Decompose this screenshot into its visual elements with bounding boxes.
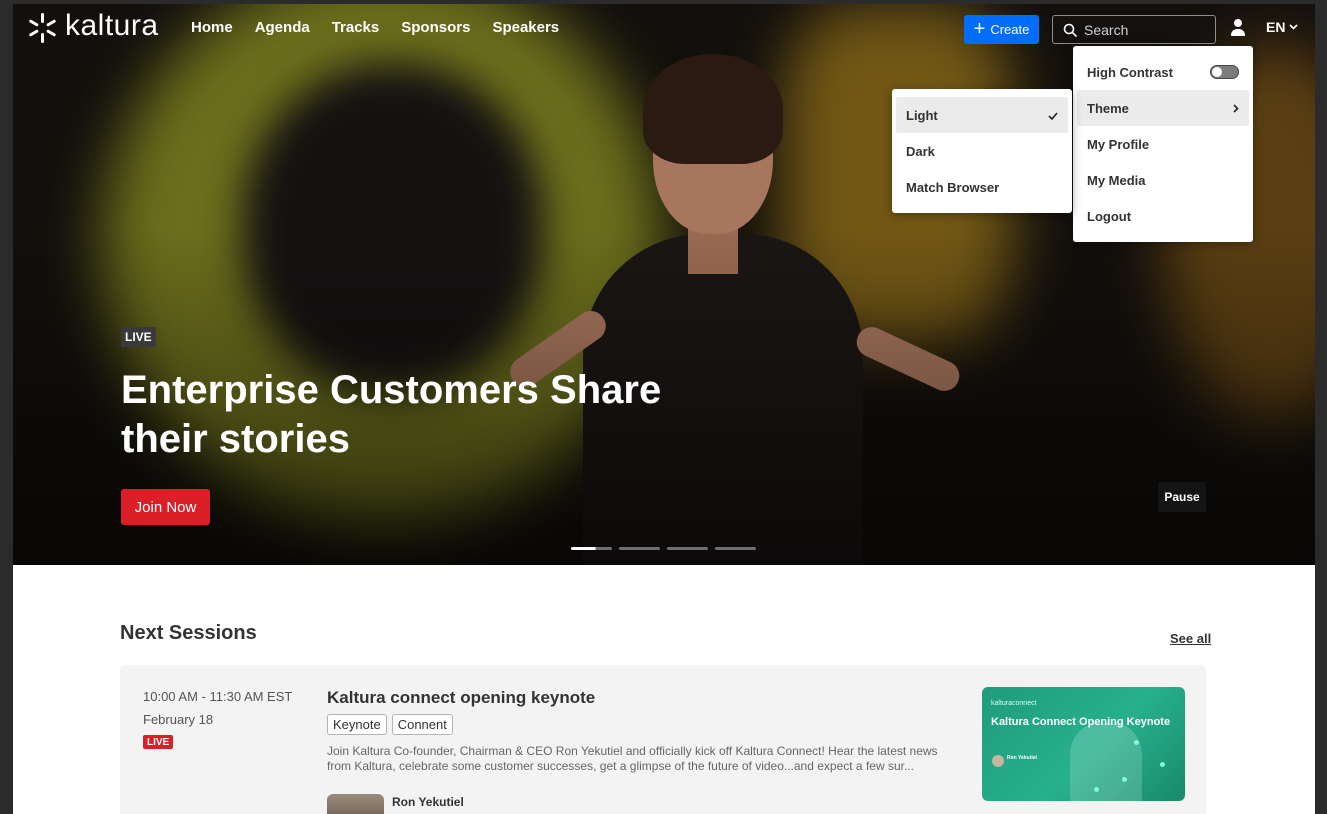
carousel-dot[interactable] bbox=[619, 547, 660, 550]
theme-option-dark[interactable]: Dark bbox=[896, 133, 1068, 169]
menu-item-my-media[interactable]: My Media bbox=[1077, 162, 1249, 198]
language-label: EN bbox=[1266, 19, 1286, 35]
decor-dot bbox=[1094, 787, 1099, 792]
thumbnail-title: Kaltura Connect Opening Keynote bbox=[991, 716, 1171, 728]
nav-link-home[interactable]: Home bbox=[191, 19, 233, 36]
nav-links: Home Agenda Tracks Sponsors Speakers bbox=[191, 19, 581, 36]
search-icon bbox=[1063, 23, 1077, 37]
carousel-indicators bbox=[571, 547, 756, 550]
see-all-link[interactable]: See all bbox=[1170, 631, 1211, 646]
menu-item-label: High Contrast bbox=[1087, 64, 1173, 80]
join-now-button[interactable]: Join Now bbox=[121, 489, 210, 525]
session-description: Join Kaltura Co-founder, Chairman & CEO … bbox=[327, 744, 938, 773]
decor-dot bbox=[1160, 762, 1165, 767]
tag[interactable]: Connent bbox=[391, 714, 453, 735]
decor-dot bbox=[1122, 777, 1127, 782]
kaltura-logo-text: kaltura bbox=[65, 9, 159, 42]
session-date: February 18 bbox=[143, 712, 214, 727]
search-box[interactable] bbox=[1052, 15, 1216, 44]
menu-item-label: Theme bbox=[1087, 100, 1129, 116]
decor-dot bbox=[1134, 740, 1139, 745]
speaker-avatar bbox=[327, 794, 384, 814]
speaker-name: Ron Yekutiel bbox=[392, 795, 464, 809]
thumbnail-brand: kalturaconnect bbox=[991, 700, 1037, 707]
session-card[interactable]: 10:00 AM - 11:30 AM EST February 18 LIVE… bbox=[120, 665, 1206, 814]
session-live-badge: LIVE bbox=[143, 735, 174, 749]
menu-item-high-contrast[interactable]: High Contrast bbox=[1077, 54, 1249, 90]
nav-link-agenda[interactable]: Agenda bbox=[255, 19, 310, 36]
carousel-dot[interactable] bbox=[715, 547, 756, 550]
user-icon[interactable] bbox=[1230, 19, 1246, 37]
thumbnail-speaker-avatar bbox=[992, 755, 1004, 767]
next-sessions-title: Next Sessions bbox=[120, 622, 257, 644]
language-selector[interactable]: EN bbox=[1266, 19, 1299, 35]
top-nav: kaltura Home Agenda Tracks Sponsors Spea… bbox=[13, 4, 1315, 52]
nav-link-speakers[interactable]: Speakers bbox=[492, 19, 559, 36]
tag[interactable]: Keynote bbox=[327, 714, 387, 735]
hero-live-badge: LIVE bbox=[121, 327, 156, 347]
user-menu: High Contrast Theme My Profile My Media … bbox=[1073, 46, 1253, 242]
chevron-down-icon bbox=[1289, 24, 1299, 30]
page: LIVE Enterprise Customers Share their st… bbox=[13, 4, 1315, 814]
plus-icon: + bbox=[973, 17, 986, 40]
menu-item-my-profile[interactable]: My Profile bbox=[1077, 126, 1249, 162]
create-label: Create bbox=[990, 22, 1030, 37]
nav-link-sponsors[interactable]: Sponsors bbox=[401, 19, 470, 36]
session-tags: Keynote Connent bbox=[327, 714, 453, 735]
theme-option-light[interactable]: Light bbox=[896, 97, 1068, 133]
kaltura-logo[interactable]: kaltura bbox=[27, 9, 159, 44]
session-thumbnail[interactable]: kalturaconnect Kaltura Connect Opening K… bbox=[982, 687, 1185, 801]
high-contrast-toggle[interactable] bbox=[1210, 65, 1239, 79]
chevron-right-icon bbox=[1233, 101, 1239, 116]
theme-submenu: Light Dark Match Browser bbox=[892, 89, 1072, 213]
hero-banner: LIVE Enterprise Customers Share their st… bbox=[13, 4, 1315, 565]
thumbnail-speaker-name: Ron Yekutiel bbox=[1007, 755, 1037, 761]
nav-link-tracks[interactable]: Tracks bbox=[332, 19, 380, 36]
menu-item-theme[interactable]: Theme bbox=[1077, 90, 1249, 126]
carousel-dot[interactable] bbox=[667, 547, 708, 550]
session-speaker[interactable]: Ron Yekutiel bbox=[327, 794, 464, 814]
hero-title: Enterprise Customers Share their stories bbox=[121, 368, 662, 461]
session-title[interactable]: Kaltura connect opening keynote bbox=[327, 688, 595, 708]
search-input[interactable] bbox=[1084, 21, 1204, 38]
kaltura-logo-icon bbox=[27, 13, 57, 43]
menu-item-label: Light bbox=[906, 107, 938, 123]
menu-item-logout[interactable]: Logout bbox=[1077, 198, 1249, 234]
carousel-dot[interactable] bbox=[571, 547, 612, 550]
create-button[interactable]: + Create bbox=[964, 15, 1039, 44]
theme-option-match-browser[interactable]: Match Browser bbox=[896, 169, 1068, 205]
checkmark-icon bbox=[1048, 108, 1058, 123]
thumbnail-speaker-photo bbox=[1070, 723, 1142, 801]
session-time: 10:00 AM - 11:30 AM EST bbox=[143, 689, 293, 704]
pause-button[interactable]: Pause bbox=[1158, 482, 1206, 512]
